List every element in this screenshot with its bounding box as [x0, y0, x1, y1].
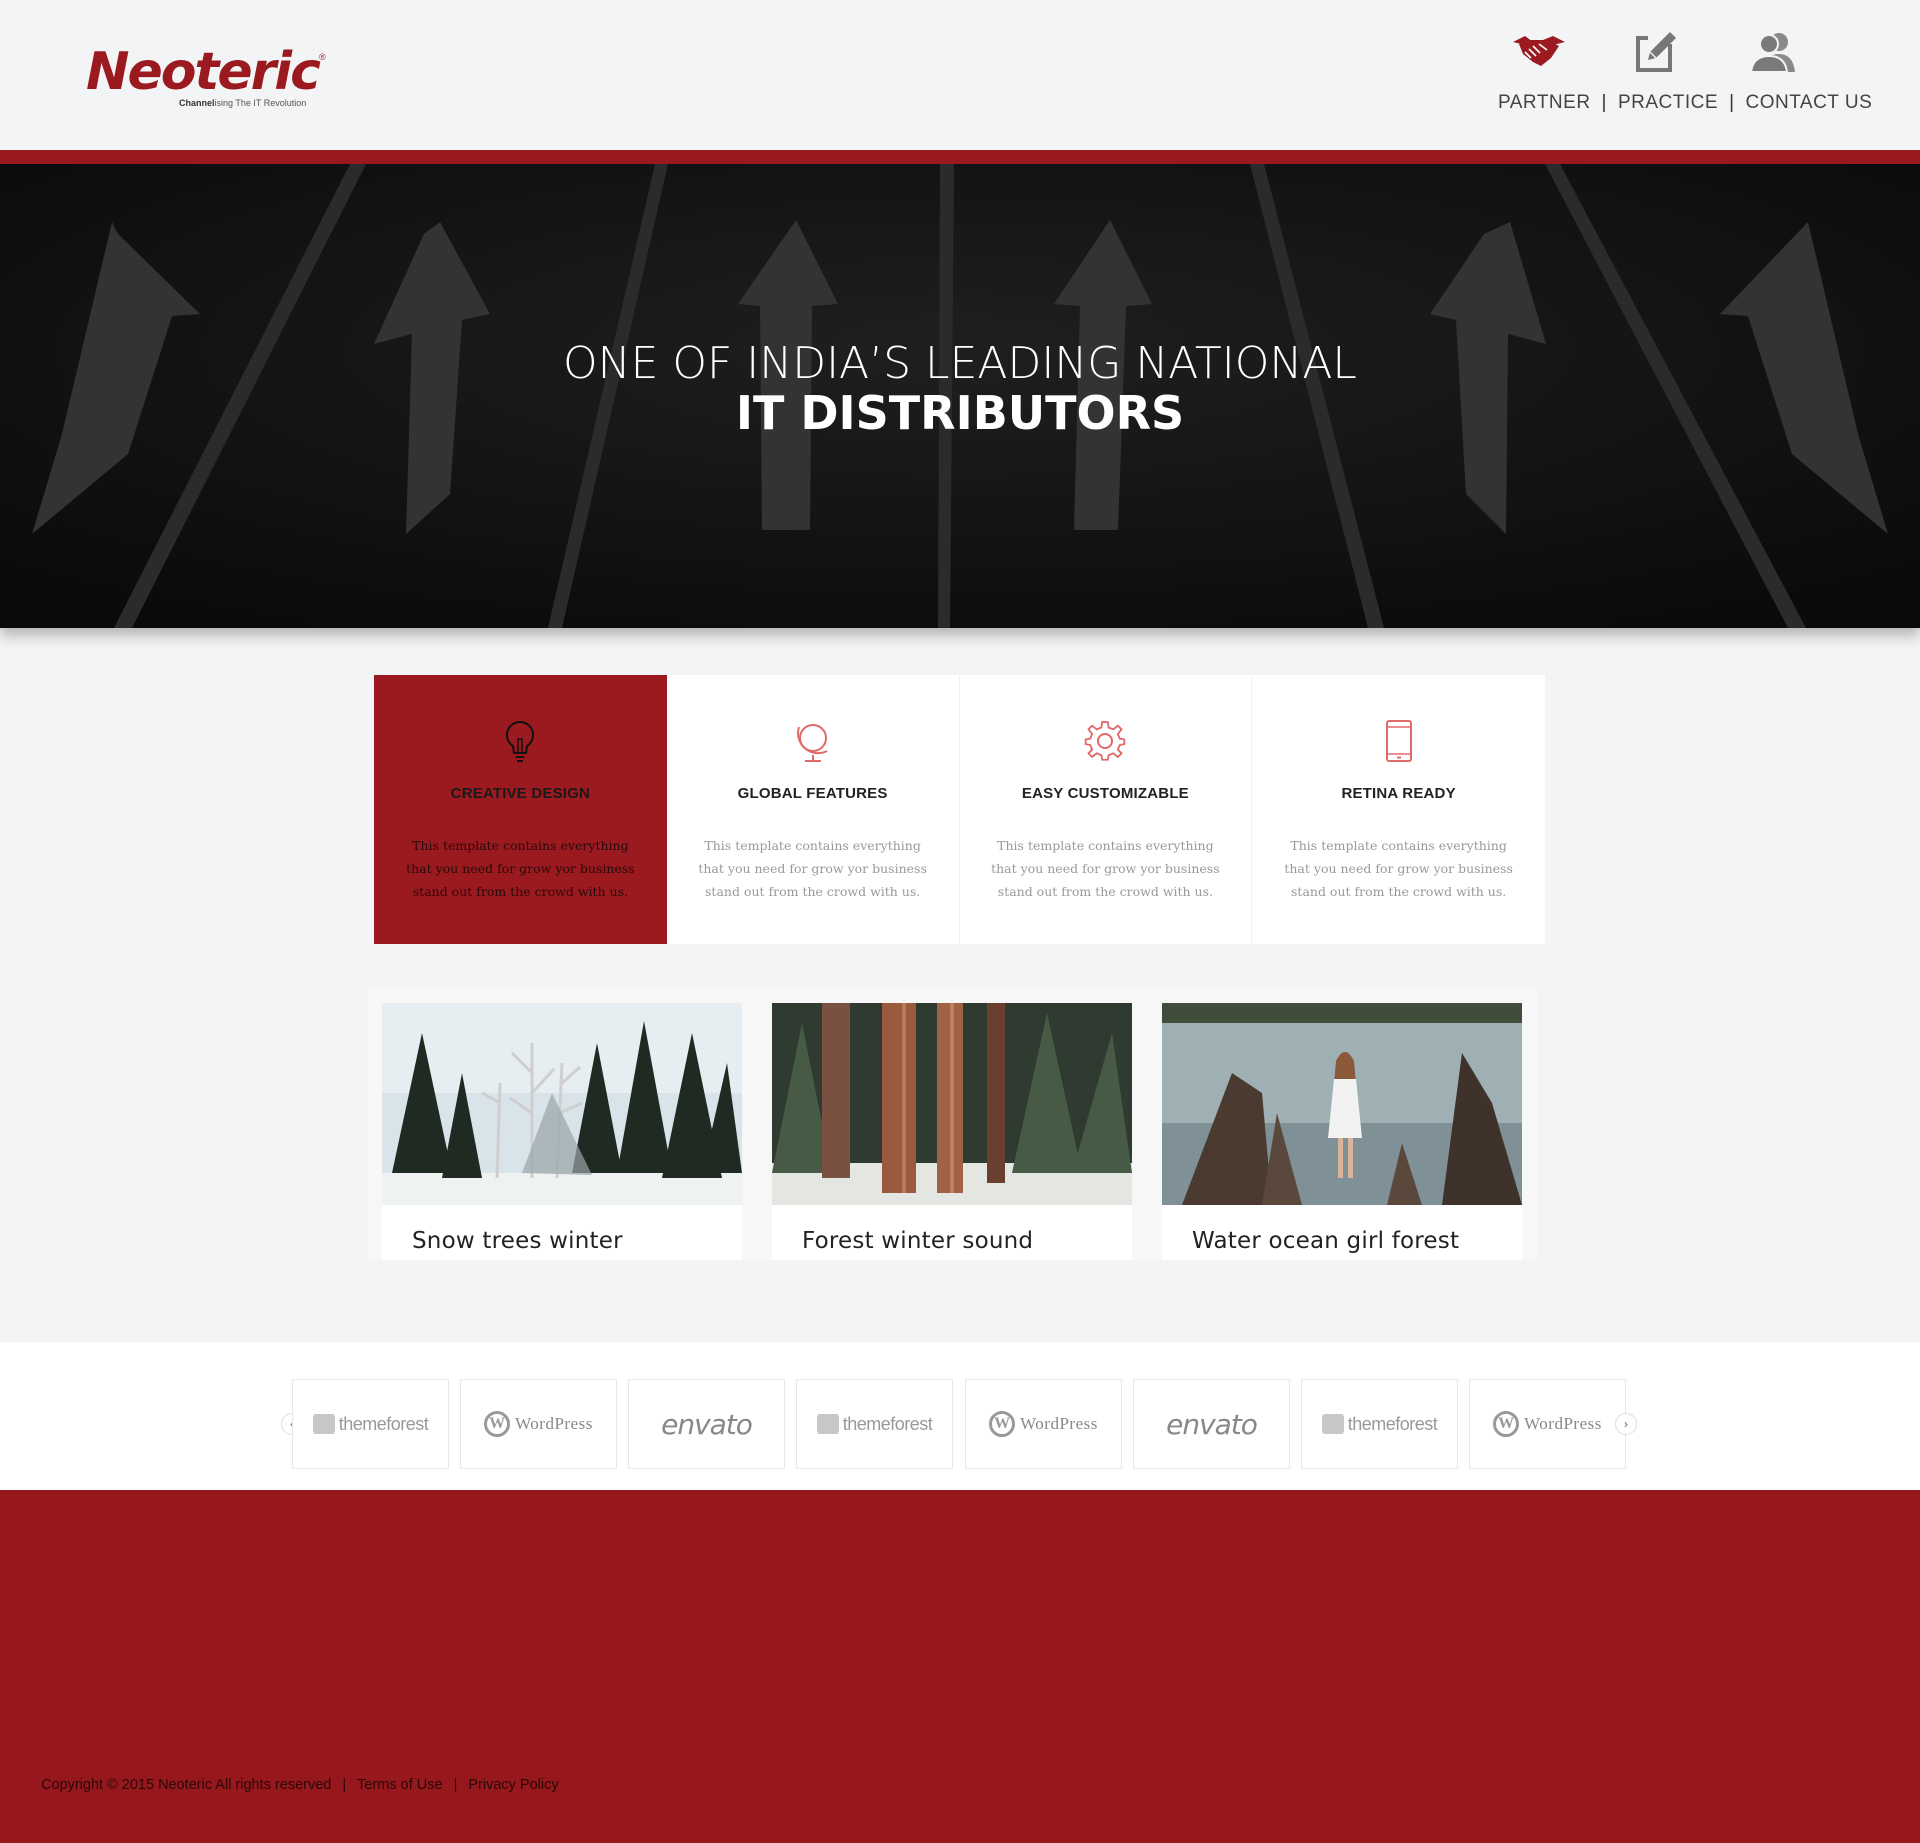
copyright-text: Copyright © 2015 Neoteric All rights res… [41, 1777, 332, 1793]
gallery-image-water-girl[interactable] [1162, 1003, 1522, 1205]
nav-partner-link[interactable]: PARTNER [1498, 92, 1591, 113]
partner-logo-text: envato [661, 1407, 753, 1441]
edit-icon[interactable] [1627, 28, 1687, 76]
tagline-rest: ising The IT Revolution [214, 98, 307, 108]
gallery-card-title[interactable]: Forest winter sound [802, 1228, 1033, 1254]
brand-logo[interactable]: Neoteric® Channelising The IT Revolution [86, 46, 326, 108]
nav-separator: | [1729, 92, 1735, 113]
nav-links: PARTNER | PRACTICE | CONTACT US [1498, 92, 1872, 114]
partner-logo-envato[interactable]: envato [628, 1379, 785, 1469]
themeforest-icon [816, 1414, 839, 1434]
wordpress-icon: W [989, 1411, 1016, 1437]
partner-logo-themeforest[interactable]: themeforest [796, 1379, 953, 1469]
mobile-icon [1252, 719, 1545, 769]
registered-mark: ® [318, 52, 326, 62]
partner-logo-text: WordPress [1020, 1414, 1098, 1433]
brand-tagline: Channelising The IT Revolution [179, 98, 306, 108]
partner-logo-text: themeforest [1347, 1413, 1438, 1434]
nav-icons [1498, 28, 1868, 76]
accent-bar [0, 150, 1920, 164]
globe-icon [667, 719, 959, 769]
hero-subheadline: IT DISTRIBUTORS [735, 386, 1185, 440]
gallery-card-title[interactable]: Water ocean girl forest [1192, 1228, 1459, 1254]
gear-icon [960, 719, 1252, 769]
nav-practice-link[interactable]: PRACTICE [1618, 92, 1718, 113]
partner-logo-wordpress[interactable]: W WordPress [1469, 1379, 1626, 1469]
nav-separator: | [1601, 92, 1607, 113]
hero-headline: ONE OF INDIA’S LEADING NATIONAL [563, 338, 1357, 389]
feature-card[interactable]: GLOBAL FEATURES This template contains e… [667, 675, 960, 944]
handshake-icon[interactable] [1509, 28, 1569, 76]
carousel-next-button[interactable]: › [1615, 1413, 1637, 1435]
gallery-card[interactable]: Snow trees winter [382, 1003, 742, 1260]
footer-separator: | [453, 1777, 458, 1793]
gallery-section: Snow trees winter Forest winter sound Wa… [367, 987, 1538, 1260]
partner-logo-text: envato [1166, 1407, 1258, 1441]
lightbulb-icon [374, 719, 667, 769]
feature-description: This template contains everything that y… [1284, 838, 1513, 899]
tagline-bold: Channel [179, 98, 215, 108]
nav-contact-link[interactable]: CONTACT US [1746, 92, 1873, 113]
feature-title: CREATIVE DESIGN [450, 785, 591, 802]
gallery-image-forest[interactable] [772, 1003, 1132, 1205]
hero-banner: ONE OF INDIA’S LEADING NATIONAL IT DISTR… [0, 164, 1920, 628]
feature-description: This template contains everything that y… [698, 838, 927, 899]
feature-title: RETINA READY [1341, 785, 1456, 802]
partner-logo-wordpress[interactable]: W WordPress [965, 1379, 1122, 1469]
gallery-image-snow-trees[interactable] [382, 1003, 742, 1205]
partner-logo-text: themeforest [842, 1413, 933, 1434]
feature-card[interactable]: CREATIVE DESIGN This template contains e… [374, 675, 667, 944]
partner-logos-strip: ‹ themeforest WWordPress envato themefor… [0, 1342, 1920, 1490]
feature-title: GLOBAL FEATURES [737, 785, 888, 802]
gallery-card[interactable]: Water ocean girl forest [1162, 1003, 1522, 1260]
feature-description: This template contains everything that y… [406, 838, 635, 899]
feature-card[interactable]: EASY CUSTOMIZABLE This template contains… [960, 675, 1253, 944]
site-footer: Copyright © 2015 Neoteric All rights res… [0, 1490, 1920, 1843]
wordpress-icon: W [1493, 1411, 1520, 1437]
gallery-card[interactable]: Forest winter sound [772, 1003, 1132, 1260]
footer-bar: Copyright © 2015 Neoteric All rights res… [41, 1777, 559, 1793]
partner-logo-text: WordPress [1524, 1414, 1602, 1433]
themeforest-icon [312, 1414, 335, 1434]
feature-card[interactable]: RETINA READY This template contains ever… [1252, 675, 1545, 944]
feature-description: This template contains everything that y… [991, 838, 1220, 899]
partner-logo-themeforest[interactable]: themeforest [292, 1379, 449, 1469]
themeforest-icon [1321, 1414, 1344, 1434]
partner-logo-text: WordPress [515, 1414, 593, 1433]
terms-link[interactable]: Terms of Use [357, 1777, 442, 1793]
wordpress-icon: W [484, 1411, 511, 1437]
gallery-card-title[interactable]: Snow trees winter [412, 1228, 623, 1254]
privacy-link[interactable]: Privacy Policy [468, 1777, 558, 1793]
partner-logo-envato[interactable]: envato [1133, 1379, 1290, 1469]
footer-separator: | [342, 1777, 347, 1793]
user-group-icon[interactable] [1744, 28, 1804, 76]
site-header: Neoteric® Channelising The IT Revolution [0, 0, 1920, 150]
partner-logo-themeforest[interactable]: themeforest [1301, 1379, 1458, 1469]
partner-logo-wordpress[interactable]: W WordPress [460, 1379, 617, 1469]
feature-title: EASY CUSTOMIZABLE [1021, 785, 1189, 802]
partner-logo-text: themeforest [338, 1413, 429, 1434]
features-section: CREATIVE DESIGN This template contains e… [374, 675, 1545, 944]
top-nav: PARTNER | PRACTICE | CONTACT US [1498, 28, 1872, 118]
brand-name: Neoteric [86, 42, 321, 102]
